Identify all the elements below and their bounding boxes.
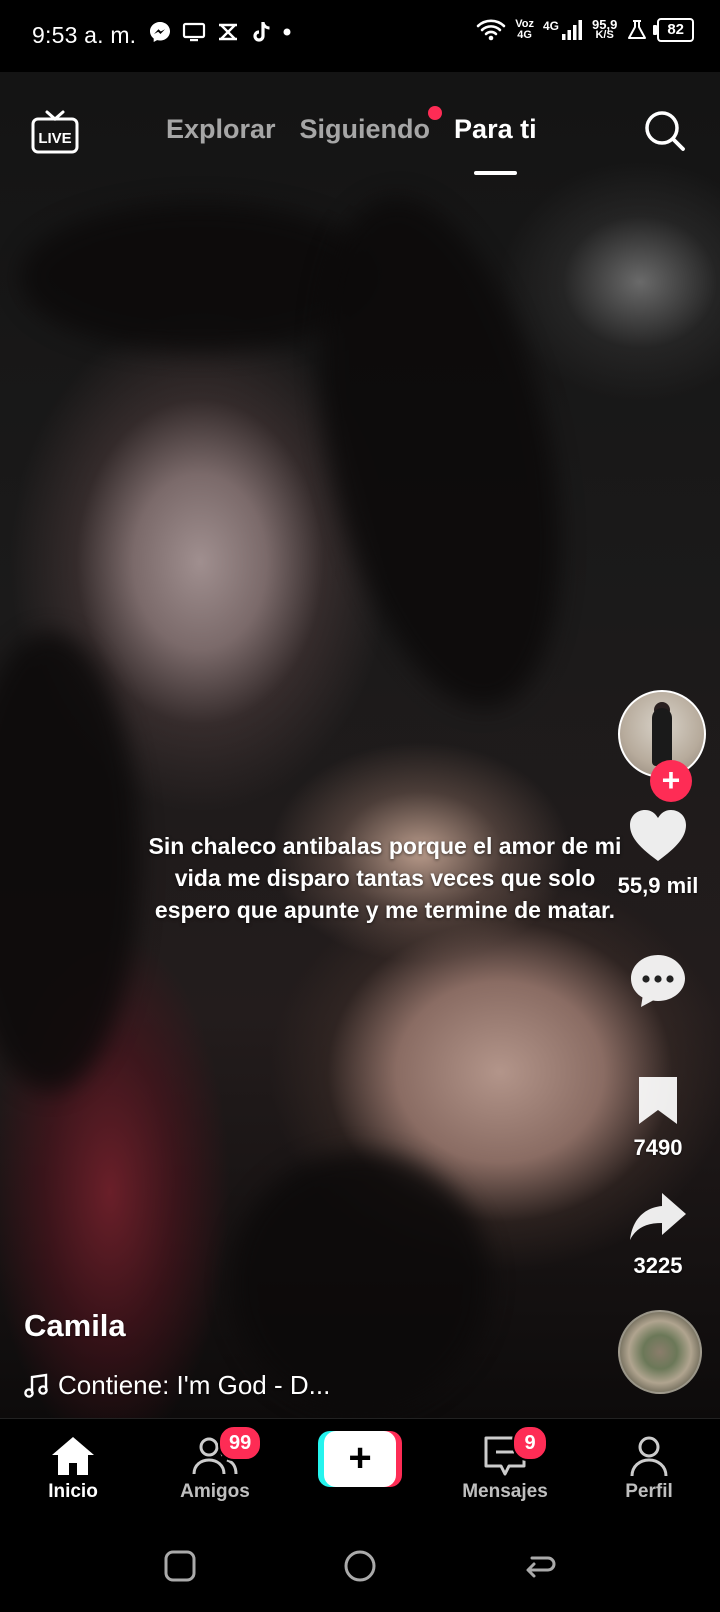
search-button[interactable] bbox=[642, 108, 688, 154]
search-icon bbox=[645, 111, 685, 151]
music-title: Contiene: I'm God - D... bbox=[58, 1370, 331, 1400]
signal-group: 4G bbox=[543, 19, 583, 41]
feed-tabs: Explorar Siguiendo Para ti bbox=[166, 106, 537, 175]
speed-unit: K/S bbox=[595, 29, 614, 41]
comment-icon bbox=[631, 955, 685, 1007]
system-nav-bar bbox=[0, 1518, 720, 1612]
author-name[interactable]: Camila bbox=[24, 1308, 126, 1344]
nav-amigos[interactable]: 99 Amigos bbox=[150, 1425, 280, 1503]
live-tv-icon: LIVE bbox=[31, 110, 79, 154]
new-content-dot bbox=[428, 106, 443, 120]
data-speed: 95,9 K/S bbox=[592, 18, 617, 41]
music-info[interactable]: Contiene: I'm God - D... bbox=[24, 1370, 330, 1401]
capcut-icon bbox=[219, 23, 237, 41]
nav-inicio[interactable]: Inicio bbox=[8, 1431, 138, 1503]
comments-button[interactable] bbox=[610, 952, 706, 1015]
video-caption: Sin chaleco antibalas porque el amor de … bbox=[148, 833, 622, 923]
volte-indicator: Voz 4G bbox=[515, 19, 534, 41]
messenger-icon bbox=[150, 22, 170, 42]
network-type: 4G bbox=[542, 19, 559, 33]
profile-icon bbox=[630, 1436, 668, 1477]
tab-siguiendo-label: Siguiendo bbox=[299, 114, 431, 144]
live-button[interactable]: LIVE bbox=[30, 106, 80, 156]
battery-indicator: 82 bbox=[653, 18, 694, 42]
share-count: 3225 bbox=[633, 1253, 683, 1278]
tab-siguiendo[interactable]: Siguiendo bbox=[299, 106, 443, 145]
nav-mensajes[interactable]: 9 Mensajes bbox=[440, 1425, 570, 1503]
more-dot-icon bbox=[283, 28, 291, 36]
amigos-badge: 99 bbox=[218, 1425, 263, 1461]
like-count: 55,9 mil bbox=[617, 873, 699, 898]
nav-perfil-label: Perfil bbox=[625, 1481, 673, 1502]
tab-explorar[interactable]: Explorar bbox=[166, 114, 276, 145]
back-icon[interactable] bbox=[520, 1546, 560, 1586]
volte-bottom: 4G bbox=[517, 29, 532, 41]
nav-perfil[interactable]: Perfil bbox=[584, 1431, 714, 1503]
notification-icons bbox=[148, 20, 292, 44]
recent-apps-icon[interactable] bbox=[160, 1546, 200, 1586]
follow-button[interactable]: + bbox=[650, 760, 692, 802]
plus-icon: + bbox=[324, 1431, 396, 1487]
heart-icon bbox=[630, 810, 686, 861]
status-right-icons: Voz 4G 4G 95,9 K/S 82 bbox=[476, 18, 694, 42]
music-disc[interactable] bbox=[618, 1310, 702, 1394]
signal-icon bbox=[562, 20, 582, 40]
monitor-icon bbox=[182, 22, 206, 42]
tiktok-icon bbox=[253, 22, 270, 42]
nav-mensajes-label: Mensajes bbox=[462, 1481, 548, 1502]
share-arrow-icon bbox=[630, 1193, 686, 1240]
live-label: LIVE bbox=[38, 130, 71, 147]
bookmark-icon bbox=[639, 1077, 677, 1124]
status-time: 9:53 a. m. bbox=[32, 22, 137, 48]
top-nav: LIVE Explorar Siguiendo Para ti bbox=[0, 96, 720, 176]
share-button[interactable]: 3225 bbox=[610, 1190, 706, 1279]
nav-amigos-label: Amigos bbox=[180, 1481, 250, 1502]
video-shadow bbox=[0, 632, 140, 1092]
bookmark-button[interactable]: 7490 bbox=[610, 1074, 706, 1161]
avatar-figure bbox=[652, 708, 672, 766]
mensajes-badge: 9 bbox=[512, 1425, 548, 1461]
status-bar: 9:53 a. m. Voz 4G 4G 95,9 K/S 82 bbox=[0, 0, 720, 72]
create-button[interactable]: + bbox=[318, 1431, 402, 1487]
wifi-icon bbox=[476, 19, 506, 41]
bottom-nav: Inicio 99 Amigos + 9 Mensajes Perfil bbox=[0, 1418, 720, 1519]
nav-inicio-label: Inicio bbox=[48, 1481, 98, 1502]
bookmark-count: 7490 bbox=[633, 1135, 683, 1160]
creator-avatar-button[interactable]: + bbox=[618, 690, 706, 802]
home-circle-icon[interactable] bbox=[340, 1546, 380, 1586]
flask-icon bbox=[628, 20, 647, 39]
home-icon bbox=[52, 1437, 94, 1475]
music-note-icon bbox=[24, 1373, 48, 1398]
tab-para-ti[interactable]: Para ti bbox=[454, 114, 537, 175]
like-button[interactable]: 55,9 mil bbox=[610, 808, 706, 899]
